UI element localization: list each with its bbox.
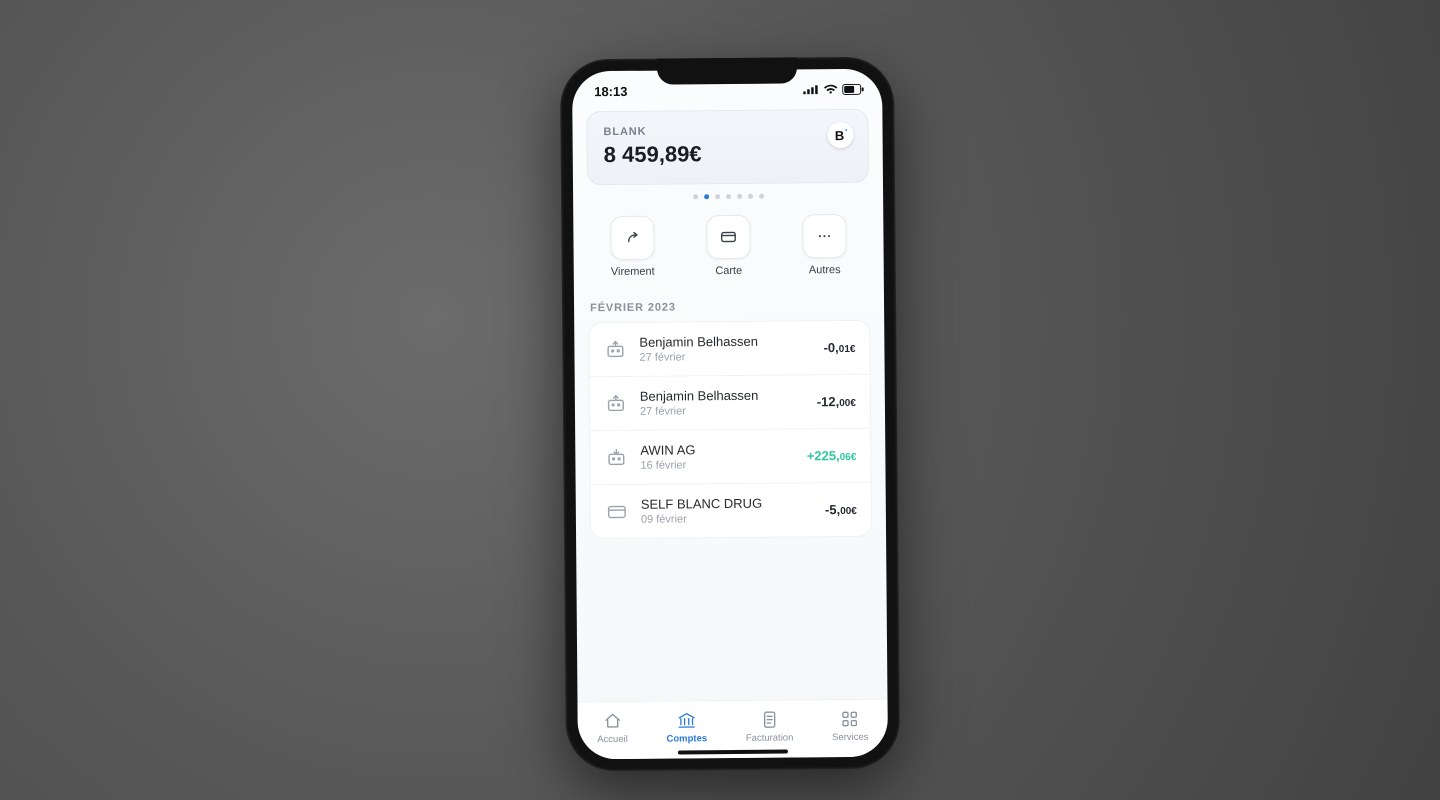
nav-invoicing-label: Facturation [746,732,794,743]
action-more[interactable]: Autres [788,214,861,277]
status-time: 18:13 [594,83,627,98]
amount-cents: 01€ [839,344,856,355]
amount-int: -5, [825,502,840,517]
pager-dot[interactable] [704,194,709,199]
pager-dot[interactable] [759,194,764,199]
account-pager[interactable] [587,193,869,200]
transaction-row[interactable]: Benjamin Belhassen27 février -0,01€ [589,321,869,377]
device-notch [657,57,797,84]
nav-accounts[interactable]: Comptes [666,710,707,744]
transfer-out-icon [603,337,627,361]
action-card[interactable]: Carte [692,215,765,278]
card-icon [706,215,750,259]
account-name: BLANK [603,124,851,138]
transaction-date: 27 février [640,404,805,417]
amount-cents: 00€ [839,398,856,409]
action-transfer[interactable]: Virement [596,216,669,279]
transaction-row[interactable]: Benjamin Belhassen27 février -12,00€ [590,375,870,431]
cellular-signal-icon [803,84,819,94]
transaction-title: SELF BLANC DRUG [641,495,813,512]
transaction-title: AWIN AG [640,441,795,457]
transaction-body: SELF BLANC DRUG09 février [641,495,813,526]
amount-int: -12, [817,394,840,409]
pager-dot[interactable] [693,194,698,199]
transaction-row[interactable]: SELF BLANC DRUG09 février -5,00€ [591,483,871,538]
nav-home-label: Accueil [597,733,628,744]
transaction-body: Benjamin Belhassen27 février [639,333,811,364]
transaction-date: 09 février [641,512,813,526]
pager-dot[interactable] [715,194,720,199]
amount-int: +225, [807,448,840,463]
wifi-icon [823,84,838,95]
transaction-row[interactable]: AWIN AG16 février +225,06€ [590,429,870,485]
balance-int: 8 459, [604,142,665,168]
action-more-label: Autres [809,264,841,276]
pager-dot[interactable] [748,194,753,199]
content-area: B• BLANK 8 459,89€ Virement [572,103,887,702]
pager-dot[interactable] [726,194,731,199]
bank-icon [677,710,697,730]
balance-card[interactable]: B• BLANK 8 459,89€ [586,109,869,185]
grid-icon [840,708,860,728]
amount-cents: 00€ [840,506,857,517]
amount-int: -0, [824,340,839,355]
nav-services[interactable]: Services [832,708,869,742]
more-icon [802,214,846,258]
balance-cents: 89€ [665,141,702,166]
transfer-in-icon [604,445,628,469]
transaction-amount: -5,00€ [825,502,857,517]
nav-services-label: Services [832,731,869,742]
quick-actions: Virement Carte Autres [587,214,870,278]
brand-letter: B [835,127,845,142]
document-icon [759,709,779,729]
transaction-date: 27 février [639,350,811,364]
transaction-date: 16 février [640,458,795,471]
home-icon [602,710,622,730]
action-transfer-label: Virement [611,266,655,278]
transaction-body: Benjamin Belhassen27 février [640,387,805,417]
action-card-label: Carte [715,265,742,277]
nav-invoicing[interactable]: Facturation [746,709,794,743]
pager-dot[interactable] [737,194,742,199]
transaction-title: Benjamin Belhassen [639,333,811,350]
nav-accounts-label: Comptes [666,733,707,744]
transaction-list: Benjamin Belhassen27 février-0,01€Benjam… [588,320,872,539]
card-icon [605,499,629,523]
transaction-title: Benjamin Belhassen [640,387,805,403]
transactions-month-header: FÉVRIER 2023 [590,300,868,314]
brand-badge: B• [827,122,853,148]
transaction-amount: -0,01€ [824,340,856,355]
status-indicators [803,83,864,95]
battery-icon [842,83,864,94]
transaction-amount: -12,00€ [817,394,856,409]
phone-frame: 18:13 B• BLANK 8 4 [560,57,900,772]
screen: 18:13 B• BLANK 8 4 [572,69,888,760]
account-balance: 8 459,89€ [604,140,852,168]
transaction-amount: +225,06€ [807,448,857,463]
amount-cents: 06€ [840,452,857,463]
transfer-icon [610,216,654,260]
transaction-body: AWIN AG16 février [640,441,795,471]
transfer-out-icon [604,391,628,415]
nav-home[interactable]: Accueil [597,710,628,744]
